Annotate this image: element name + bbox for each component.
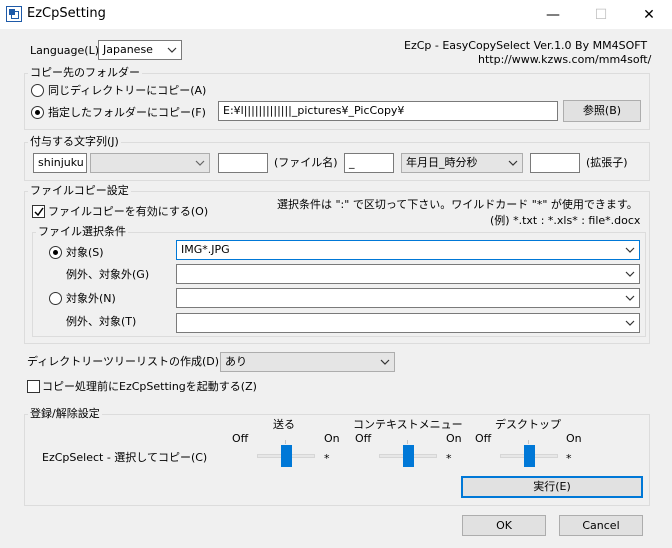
language-value: Japanese xyxy=(103,43,153,56)
context-slider-thumb[interactable] xyxy=(402,445,414,467)
tree-select[interactable]: あり xyxy=(220,352,395,372)
dest-path-input[interactable]: E:¥l|||||||||||||_pictures¥_PicCopy¥ xyxy=(218,101,558,121)
launch-checkbox[interactable] xyxy=(27,380,40,393)
condition-group-title: ファイル選択条件 xyxy=(36,225,128,239)
ok-button[interactable]: OK xyxy=(462,515,546,536)
filecopy-hint: 選択条件は ":" で区切って下さい。ワイルドカード "*" が使用できます。 xyxy=(277,198,638,211)
specified-folder-radio[interactable] xyxy=(31,106,44,119)
tree-label: ディレクトリーツリーリストの作成(D): xyxy=(27,355,223,368)
check-icon xyxy=(34,207,44,217)
target-radio[interactable] xyxy=(49,246,62,259)
tree-value: あり xyxy=(225,355,247,368)
specified-folder-label[interactable]: 指定したフォルダーにコピー(F) xyxy=(48,106,206,120)
chevron-down-icon xyxy=(624,314,636,332)
off-label: Off xyxy=(232,432,249,445)
slider-tick xyxy=(407,440,408,444)
chevron-down-icon xyxy=(624,289,636,307)
except-target-label: 例外、対象外(G) xyxy=(66,268,150,281)
filename-label: (ファイル名) xyxy=(274,156,338,169)
chevron-down-icon xyxy=(507,154,519,172)
chevron-down-icon xyxy=(624,265,636,283)
filecopy-example: (例) *.txt : *.xls* : file*.docx xyxy=(490,214,641,227)
chevron-down-icon xyxy=(194,154,206,172)
browse-button[interactable]: 参照(B) xyxy=(563,100,641,122)
cancel-button[interactable]: Cancel xyxy=(559,515,643,536)
except-target-combo[interactable] xyxy=(176,264,640,284)
except-nontarget-label: 例外、対象(T) xyxy=(66,315,137,328)
date-format-select[interactable]: 年月日_時分秒 xyxy=(401,153,523,173)
filecopy-group-title: ファイルコピー設定 xyxy=(28,184,131,198)
app-icon xyxy=(6,6,22,22)
title-bar: EzCpSetting — ☐ ✕ xyxy=(0,0,672,30)
about-url: http://www.kzws.com/mm4soft/ xyxy=(478,53,652,66)
context-mark: * xyxy=(446,452,452,465)
suffix-combo1[interactable] xyxy=(90,153,210,173)
nontarget-radio[interactable] xyxy=(49,292,62,305)
window-title: EzCpSetting xyxy=(27,6,106,21)
language-label: Language(L): xyxy=(30,44,103,57)
chevron-down-icon xyxy=(166,41,178,59)
launch-label[interactable]: コピー処理前にEzCpSettingを起動する(Z) xyxy=(42,380,257,394)
extension-label: (拡張子) xyxy=(586,156,628,169)
nontarget-combo[interactable] xyxy=(176,288,640,308)
suffix-group-title: 付与する文字列(J) xyxy=(28,135,121,149)
sendto-mark: * xyxy=(324,452,330,465)
slider-tick xyxy=(285,440,286,444)
maximize-button[interactable]: ☐ xyxy=(578,0,624,30)
off-label: Off xyxy=(475,432,492,445)
suffix-text1[interactable]: shinjuku xyxy=(33,153,87,173)
enable-filecopy-label[interactable]: ファイルコピーを有効にする(O) xyxy=(48,205,208,219)
dest-group-title: コピー先のフォルダー xyxy=(28,66,142,80)
register-col-sendto: 送る xyxy=(273,418,295,431)
desktop-mark: * xyxy=(566,452,572,465)
same-dir-label[interactable]: 同じディレクトリーにコピー(A) xyxy=(48,84,206,98)
chevron-down-icon xyxy=(624,241,636,259)
slider-tick xyxy=(528,440,529,444)
register-col-desktop: デスクトップ xyxy=(495,418,561,431)
chevron-down-icon xyxy=(379,353,391,371)
sendto-slider-thumb[interactable] xyxy=(280,445,292,467)
date-format-value: 年月日_時分秒 xyxy=(406,156,478,169)
about-line1: EzCp - EasyCopySelect Ver.1.0 By MM4SOFT xyxy=(404,39,648,52)
on-label: On xyxy=(566,432,582,445)
desktop-slider-thumb[interactable] xyxy=(523,445,535,467)
suffix-text2[interactable] xyxy=(218,153,268,173)
on-label: On xyxy=(324,432,340,445)
register-group-title: 登録/解除設定 xyxy=(28,407,102,421)
register-col-context: コンテキストメニュー xyxy=(353,418,463,431)
suffix-text4[interactable] xyxy=(530,153,580,173)
off-label: Off xyxy=(355,432,372,445)
on-label: On xyxy=(446,432,462,445)
execute-button[interactable]: 実行(E) xyxy=(461,476,643,498)
suffix-text3[interactable]: _ xyxy=(344,153,394,173)
target-combo[interactable]: IMG*.JPG xyxy=(176,240,640,260)
enable-filecopy-checkbox[interactable] xyxy=(32,205,45,218)
register-row-label: EzCpSelect - 選択してコピー(C) xyxy=(42,451,208,464)
minimize-button[interactable]: — xyxy=(530,0,576,30)
target-label[interactable]: 対象(S) xyxy=(66,246,104,260)
close-button[interactable]: ✕ xyxy=(626,0,672,30)
language-select[interactable]: Japanese xyxy=(98,40,182,60)
nontarget-label[interactable]: 対象外(N) xyxy=(66,292,116,306)
target-value: IMG*.JPG xyxy=(181,243,230,256)
same-dir-radio[interactable] xyxy=(31,84,44,97)
except-nontarget-combo[interactable] xyxy=(176,313,640,333)
